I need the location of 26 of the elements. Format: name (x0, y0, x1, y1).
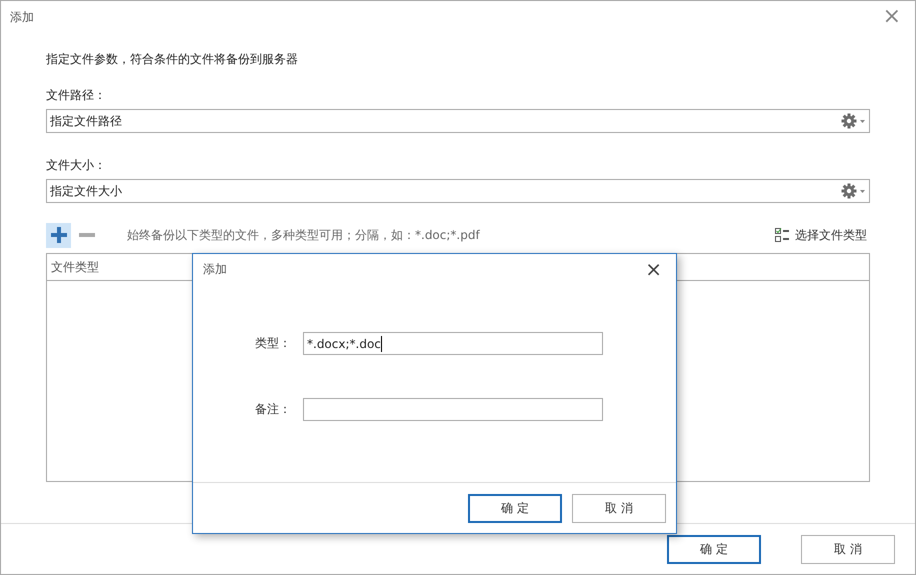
description-text: 指定文件参数，符合条件的文件将备份到服务器 (46, 51, 299, 68)
cancel-button[interactable]: 取 消 (801, 534, 895, 564)
plus-icon (50, 226, 68, 244)
cancel-button[interactable]: 取 消 (572, 494, 666, 522)
close-button[interactable]: × (641, 259, 666, 279)
combo-field[interactable]: 指定文件大小 (46, 179, 870, 203)
field-label: 备注： (254, 401, 291, 418)
input-field[interactable]: *.docx;*.doc (303, 332, 603, 355)
field-label: 文件大小： (46, 157, 107, 173)
minus-icon (78, 233, 94, 237)
select-types-button[interactable]: 选择文件类型 (775, 226, 870, 244)
field-label: 类型： (254, 335, 291, 352)
ok-button[interactable]: 确 定 (667, 534, 761, 564)
input-field[interactable] (303, 398, 603, 421)
close-button[interactable]: × (878, 6, 905, 28)
window-title: 添加 (10, 8, 34, 26)
column-header: 文件类型 (51, 258, 99, 276)
gear-icon[interactable] (841, 113, 867, 129)
ok-button[interactable]: 确 定 (468, 494, 562, 522)
dialog-title: 添加 (203, 260, 227, 278)
field-label: 文件路径： (46, 87, 107, 103)
checklist-icon (775, 228, 790, 242)
combo-field[interactable]: 指定文件路径 (46, 109, 870, 133)
add-button[interactable] (46, 222, 71, 248)
hint-text: 始终备份以下类型的文件，多种类型可用；分隔，如：*.doc;*.pdf (127, 226, 481, 244)
gear-icon[interactable] (841, 183, 867, 199)
